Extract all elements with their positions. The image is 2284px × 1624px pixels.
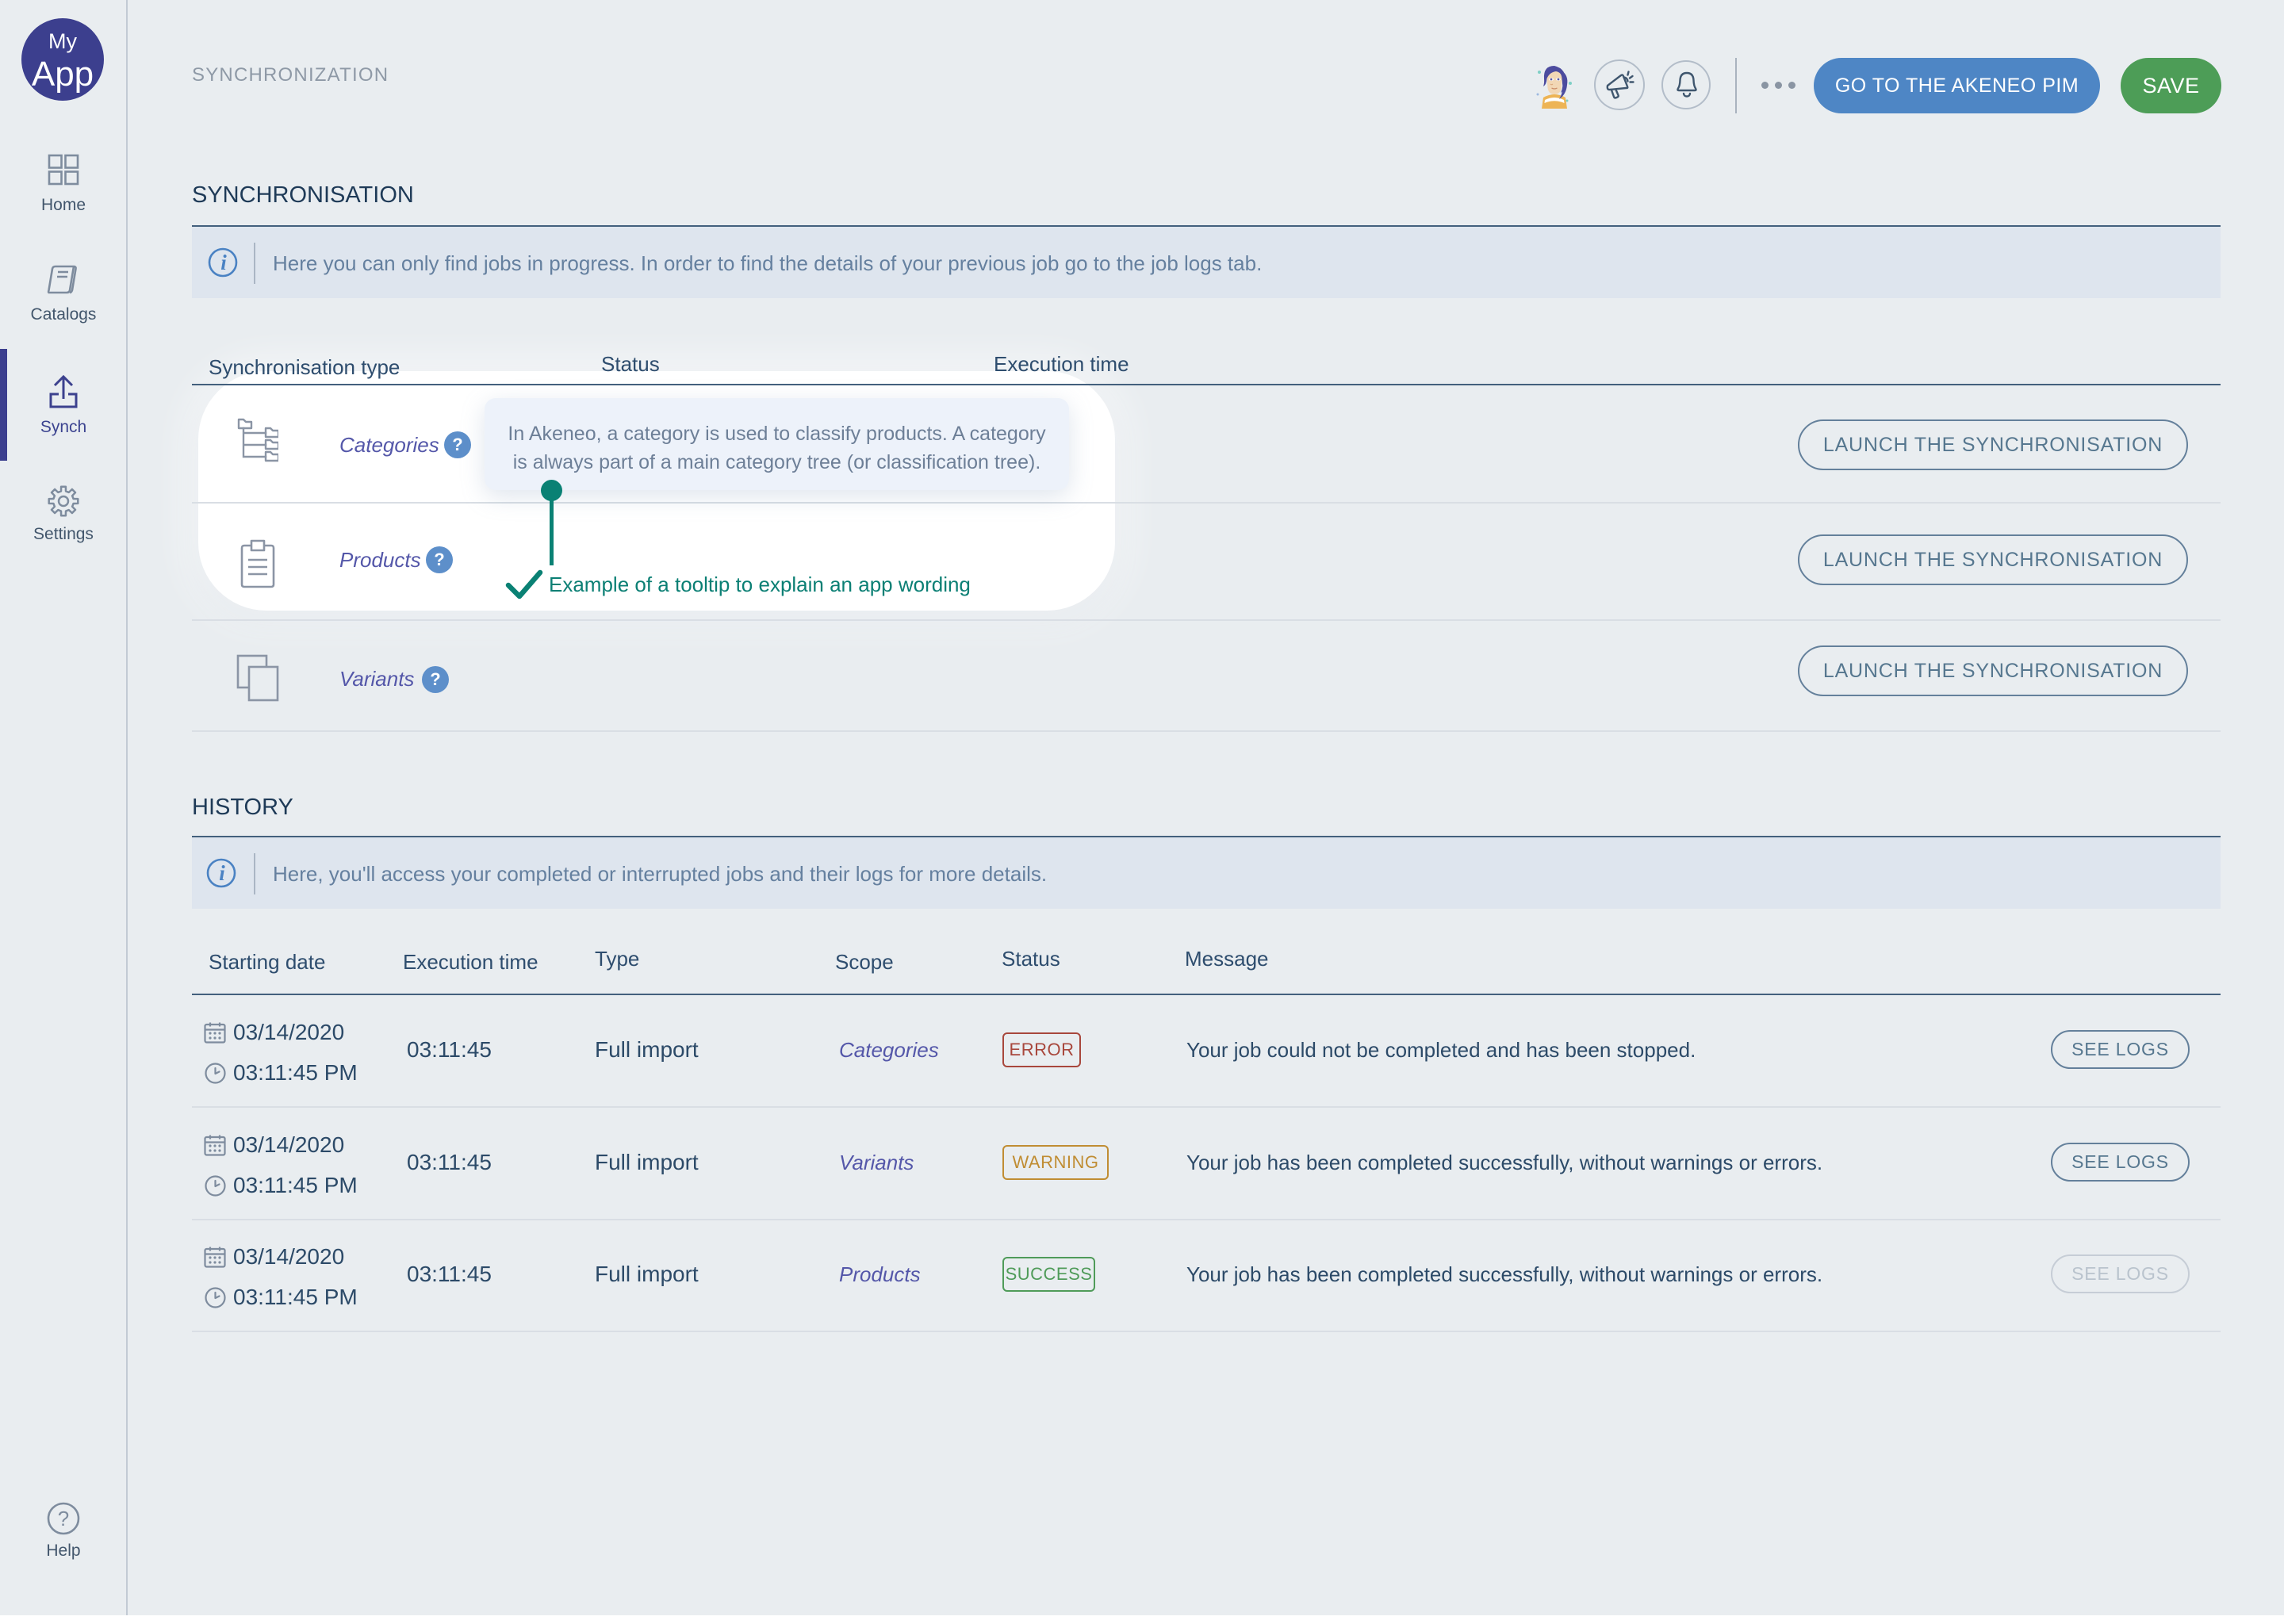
svg-text:i: i — [219, 861, 225, 885]
svg-text:?: ? — [58, 1507, 69, 1530]
svg-text:i: i — [220, 251, 227, 274]
